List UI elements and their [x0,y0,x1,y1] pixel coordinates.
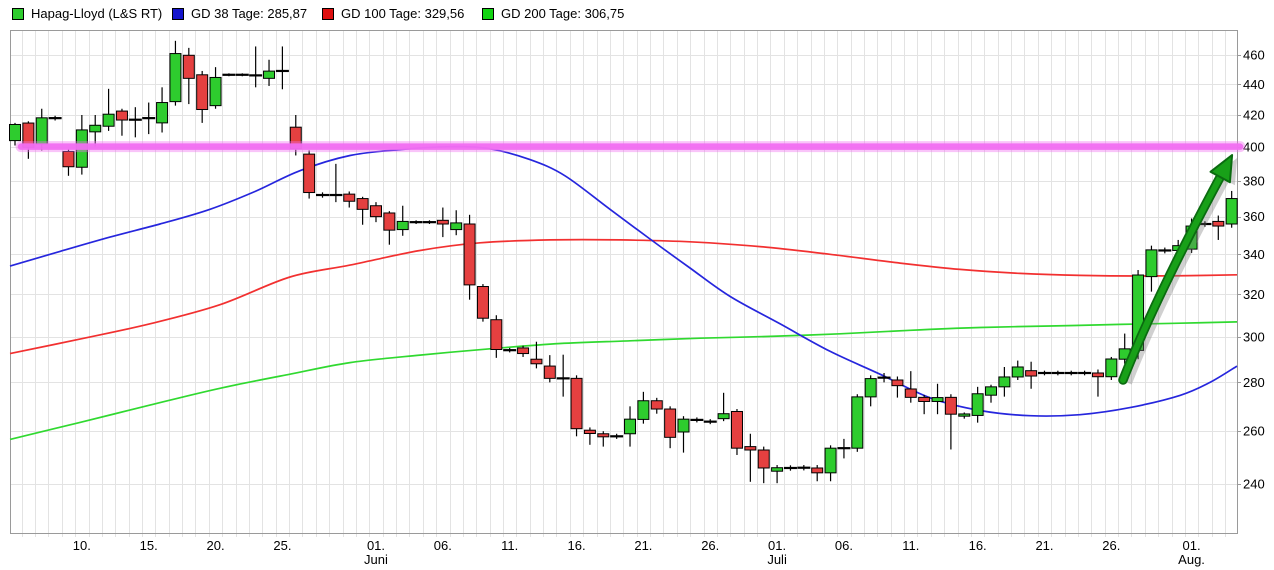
svg-text:26.: 26. [1102,538,1120,553]
svg-text:420: 420 [1243,107,1265,122]
svg-text:400: 400 [1243,140,1265,155]
trend-arrow-shadow [1124,158,1238,385]
svg-text:280: 280 [1243,375,1265,390]
svg-text:380: 380 [1243,173,1265,188]
svg-text:460: 460 [1243,48,1265,63]
svg-text:11.: 11. [501,538,518,553]
svg-text:25.: 25. [273,538,291,553]
svg-text:21.: 21. [634,538,652,553]
grid [10,30,1237,537]
svg-text:26.: 26. [701,538,719,553]
svg-text:01.: 01. [768,538,786,553]
svg-text:Aug.: Aug. [1178,552,1205,567]
svg-text:16.: 16. [969,538,987,553]
svg-text:340: 340 [1243,247,1265,262]
svg-text:20.: 20. [207,538,225,553]
svg-text:15.: 15. [140,538,158,553]
svg-text:11.: 11. [902,538,919,553]
stock-chart: Hapag-Lloyd (L&S RT) GD 38 Tage: 285,87 … [0,0,1274,570]
svg-text:Juli: Juli [767,552,787,567]
svg-text:Juni: Juni [364,552,388,567]
svg-text:320: 320 [1243,287,1265,302]
svg-text:10.: 10. [73,538,91,553]
svg-text:300: 300 [1243,329,1265,344]
svg-text:01.: 01. [367,538,385,553]
svg-text:01.: 01. [1183,538,1201,553]
svg-text:240: 240 [1243,477,1265,492]
trend-arrow-up-icon [1118,154,1234,385]
svg-text:16.: 16. [568,538,586,553]
axis-labels: 240 260 280 300 320 340 360 380 400 420 440 460 10. 1… [73,48,1265,568]
svg-text:06.: 06. [434,538,452,553]
svg-text:360: 360 [1243,209,1265,224]
svg-text:21.: 21. [1035,538,1053,553]
svg-text:260: 260 [1243,424,1265,439]
candlestick-chart-canvas: 240 260 280 300 320 340 360 380 400 420 440 460 10. 1… [9,30,1265,568]
svg-text:06.: 06. [835,538,853,553]
svg-text:440: 440 [1243,77,1265,92]
